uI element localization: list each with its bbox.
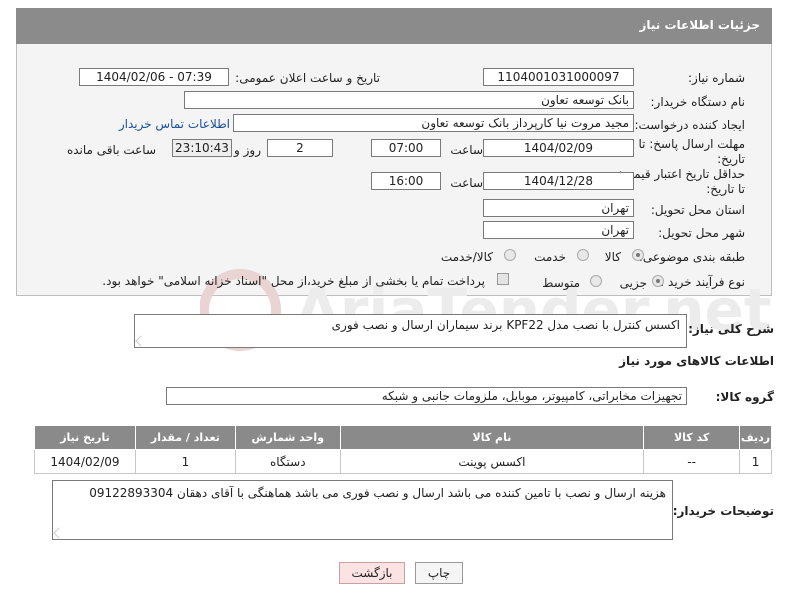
cell-item-name: اکسس پوینت <box>339 449 645 474</box>
creator-field: مجید مروت نیا کارپرداز بانک توسعه تعاون <box>233 114 634 132</box>
need-number-field: 1104001031000097 <box>483 68 634 86</box>
reply-time-field: 07:00 <box>371 139 441 157</box>
goods-table-header-row: ردیف کد کالا نام کالا واحد شمارش تعداد /… <box>34 425 772 450</box>
col-row-number: ردیف <box>739 425 772 450</box>
col-quantity: تعداد / مقدار <box>134 425 236 450</box>
price-validity-time-field: 16:00 <box>371 172 441 190</box>
remaining-time-label: ساعت باقی مانده <box>66 143 156 157</box>
goods-group-label: گروه کالا: <box>715 390 774 404</box>
reply-deadline-label: مهلت ارسال پاسخ: تا تاریخ: <box>638 137 745 166</box>
cell-item-code: -- <box>643 449 741 474</box>
cell-row-number: 1 <box>739 449 772 474</box>
panel-header: جزئیات اطلاعات نیاز <box>16 8 772 44</box>
remaining-days-field: 2 <box>267 139 333 157</box>
cell-need-date: 1404/02/09 <box>34 449 136 474</box>
creator-label: ایجاد کننده درخواست: <box>634 118 745 132</box>
reply-date-field: 1404/02/09 <box>483 139 634 157</box>
price-validity-date-field: 1404/12/28 <box>483 172 634 190</box>
buyer-notes-textarea[interactable]: هزینه ارسال و نصب با تامین کننده می باشد… <box>52 480 673 540</box>
buyer-notes-label: توضیحات خریدار: <box>672 504 774 518</box>
province-field: تهران <box>483 199 634 217</box>
buyer-org-label: نام دستگاه خریدار: <box>650 95 746 109</box>
remaining-time-field: 23:10:43 <box>172 139 232 157</box>
goods-section-title: اطلاعات کالاهای مورد نیاز <box>619 354 774 368</box>
description-label: شرح کلی نیاز: <box>688 322 774 336</box>
goods-group-field: تجهیزات مخابراتی، کامپیوتر، موبایل، ملزو… <box>166 387 687 405</box>
table-row: 1 -- اکسس پوینت دستگاه 1 1404/02/09 <box>34 449 772 474</box>
need-number-label: شماره نیاز: <box>688 71 745 85</box>
remaining-days-label: روز و <box>234 143 261 157</box>
buyer-contact-link[interactable]: اطلاعات تماس خریدار <box>119 117 230 131</box>
category-goods-service-radio[interactable] <box>504 249 516 261</box>
city-label: شهر محل تحویل: <box>658 226 745 240</box>
price-validity-label: حداقل تاریخ اعتبار قیمت: تا تاریخ: <box>618 167 745 196</box>
reply-time-label: ساعت <box>450 143 483 157</box>
cell-unit: دستگاه <box>234 449 341 474</box>
back-button[interactable]: بازگشت <box>339 562 405 584</box>
price-validity-time-label: ساعت <box>450 176 483 190</box>
process-medium-radio[interactable] <box>590 275 602 287</box>
process-minor-label: جزیی <box>619 276 647 290</box>
category-label: طبقه بندی موضوعی: <box>638 250 745 264</box>
buyer-notes-text: هزینه ارسال و نصب با تامین کننده می باشد… <box>89 486 666 500</box>
print-button[interactable]: چاپ <box>415 562 463 584</box>
category-service-label: خدمت <box>534 250 566 264</box>
treasury-payment-checkbox[interactable] <box>497 273 509 285</box>
process-type-label: نوع فرآیند خرید : <box>660 275 745 289</box>
process-medium-label: متوسط <box>542 276 580 290</box>
category-goods-label: کالا <box>604 250 621 264</box>
description-text: اکسس کنترل با نصب مدل KPF22 برند سیماران… <box>331 318 680 332</box>
cell-quantity: 1 <box>134 449 236 474</box>
category-goods-service-label: کالا/خدمت <box>440 250 493 264</box>
goods-table: ردیف کد کالا نام کالا واحد شمارش تعداد /… <box>34 425 772 474</box>
panel-title: جزئیات اطلاعات نیاز <box>639 18 760 32</box>
col-unit: واحد شمارش <box>234 425 341 450</box>
announce-datetime-label: تاریخ و ساعت اعلان عمومی: <box>235 71 380 85</box>
city-field: تهران <box>483 221 634 239</box>
category-goods-radio[interactable] <box>632 249 644 261</box>
category-service-radio[interactable] <box>577 249 589 261</box>
col-item-name: نام کالا <box>339 425 645 450</box>
process-minor-radio[interactable] <box>652 275 664 287</box>
col-need-date: تاریخ نیاز <box>34 425 136 450</box>
treasury-payment-note: پرداخت تمام یا بخشی از مبلغ خرید،از محل … <box>102 274 485 288</box>
province-label: استان محل تحویل: <box>650 203 745 217</box>
description-textarea[interactable]: اکسس کنترل با نصب مدل KPF22 برند سیماران… <box>134 314 687 348</box>
col-item-code: کد کالا <box>643 425 741 450</box>
buyer-org-field: بانک توسعه تعاون <box>184 91 634 109</box>
announce-datetime-field: 1404/02/06 - 07:39 <box>79 68 229 86</box>
